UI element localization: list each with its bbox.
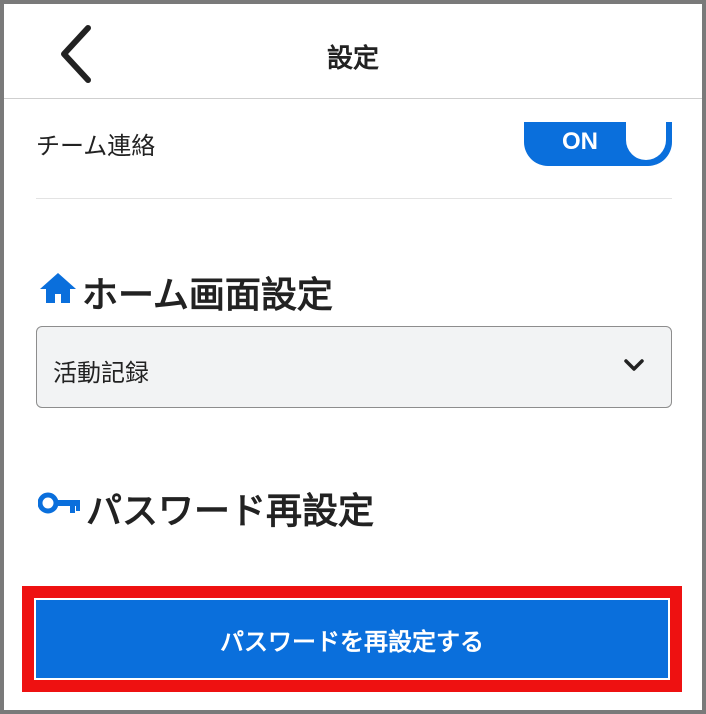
- password-section-title: パスワード再設定: [37, 482, 375, 534]
- chevron-down-icon: [623, 357, 645, 377]
- home-screen-selected-value: 活動記録: [53, 359, 149, 387]
- home-screen-select[interactable]: 活動記録: [36, 326, 672, 408]
- settings-screen: 設定 チーム連絡 ON ホーム画面設定 活動記録 パスワード再設定 パスワードを…: [0, 0, 706, 714]
- reset-password-button[interactable]: パスワードを再設定する: [36, 600, 668, 678]
- home-screen-title-text: ホーム画面設定: [82, 275, 333, 316]
- password-title-text: パスワード再設定: [86, 491, 375, 532]
- toggle-state-label: ON: [562, 128, 598, 155]
- toggle-knob: [626, 122, 666, 160]
- team-contact-toggle[interactable]: ON: [524, 122, 672, 166]
- header: 設定: [4, 4, 702, 99]
- home-icon: [38, 271, 78, 314]
- divider: [36, 198, 672, 199]
- home-screen-section-title: ホーム画面設定: [38, 266, 333, 318]
- key-icon: [37, 488, 82, 529]
- team-contact-label: チーム連絡: [36, 132, 156, 160]
- team-contact-row: チーム連絡 ON: [36, 98, 672, 198]
- page-title: 設定: [326, 44, 379, 74]
